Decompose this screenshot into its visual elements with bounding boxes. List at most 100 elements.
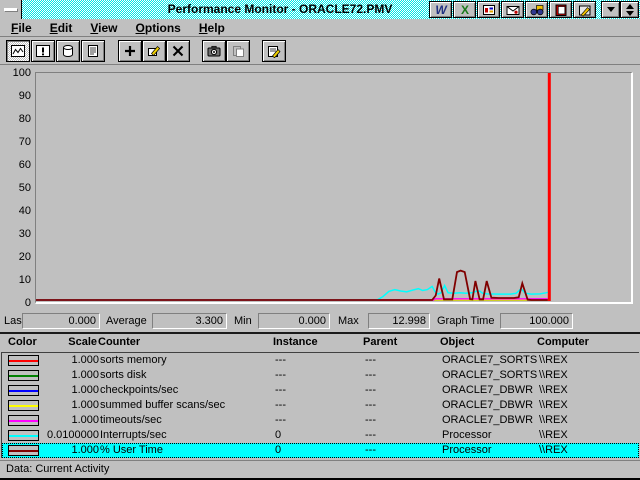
organizer-icon [577, 3, 593, 17]
log-view-button[interactable] [56, 40, 80, 62]
chart-region: 1009080706050403020100 [0, 65, 640, 312]
max-label: Max [338, 315, 359, 327]
legend-row[interactable]: 1.000sorts disk------ORACLE7_SORTS\\REX [2, 368, 639, 383]
update-now-button[interactable] [202, 40, 226, 62]
edit-selection-button[interactable] [142, 40, 166, 62]
y-tick-label: 70 [0, 135, 31, 149]
restore-down-icon [626, 11, 634, 16]
last-value: 0.000 [22, 313, 100, 329]
parent-cell: --- [365, 428, 376, 443]
computer-cell: \\REX [539, 398, 568, 413]
legend-row[interactable]: 1.000sorts memory------ORACLE7_SORTS\\RE… [2, 353, 639, 368]
excel-button[interactable]: X [453, 1, 476, 18]
system-menu-button[interactable] [0, 0, 22, 19]
camera-icon [206, 44, 222, 58]
svg-text:W: W [435, 3, 448, 17]
header-parent: Parent [363, 336, 397, 348]
object-cell: ORACLE7_SORTS [442, 353, 537, 368]
log-view-icon [60, 44, 76, 58]
report-view-icon [85, 44, 101, 58]
add-icon [122, 44, 138, 58]
counter-cell: sorts memory [100, 353, 167, 368]
y-tick-label: 30 [0, 227, 31, 241]
y-tick-label: 100 [0, 66, 31, 80]
status-text: Data: Current Activity [6, 463, 109, 475]
menu-view[interactable]: View [81, 21, 126, 35]
computer-cell: \\REX [539, 428, 568, 443]
toolbar [0, 38, 640, 65]
instance-cell: 0 [275, 443, 281, 458]
legend-row[interactable]: 1.000% User Time0---Processor\\REX [2, 443, 639, 458]
minimize-icon [607, 7, 615, 12]
word-icon: W [433, 3, 449, 17]
mail-button[interactable] [501, 1, 524, 18]
menu-bar: File Edit View Options Help [0, 19, 640, 37]
average-label: Average [106, 315, 147, 327]
menu-edit[interactable]: Edit [41, 21, 82, 35]
word-button[interactable]: W [429, 1, 452, 18]
computer-cell: \\REX [539, 368, 568, 383]
object-cell: ORACLE7_DBWR [442, 398, 533, 413]
options-button[interactable] [262, 40, 286, 62]
computer-cell: \\REX [539, 383, 568, 398]
performance-monitor-window: Performance Monitor - ORACLE72.PMV W X [0, 0, 640, 480]
max-value: 12.998 [368, 313, 430, 329]
header-object: Object [440, 336, 474, 348]
legend-row[interactable]: 1.000checkpoints/sec------ORACLE7_DBWR\\… [2, 383, 639, 398]
parent-cell: --- [365, 368, 376, 383]
y-tick-label: 60 [0, 158, 31, 172]
mail-icon [505, 3, 521, 17]
y-tick-label: 10 [0, 273, 31, 287]
find-file-button[interactable] [525, 1, 548, 18]
legend-row[interactable]: 1.000timeouts/sec------ORACLE7_DBWR\\REX [2, 413, 639, 428]
min-value: 0.000 [258, 313, 330, 329]
series-user-time [36, 271, 548, 300]
scale-cell: 1.000 [32, 383, 99, 398]
scale-cell: 1.000 [32, 353, 99, 368]
menu-options[interactable]: Options [127, 21, 190, 35]
add-counter-button[interactable] [118, 40, 142, 62]
scale-cell: 1.000 [32, 443, 99, 458]
minimize-button[interactable] [601, 1, 620, 18]
legend-row[interactable]: 0.0100000Interrupts/sec0---Processor\\RE… [2, 428, 639, 443]
legend-row[interactable]: 1.000summed buffer scans/sec------ORACLE… [2, 398, 639, 413]
book-button[interactable] [549, 1, 572, 18]
svg-text:X: X [460, 3, 468, 17]
chart-canvas [36, 73, 630, 301]
counter-cell: sorts disk [100, 368, 146, 383]
parent-cell: --- [365, 383, 376, 398]
delete-selection-button[interactable] [166, 40, 190, 62]
organizer-button[interactable] [573, 1, 596, 18]
scale-cell: 0.0100000 [32, 428, 99, 443]
y-tick-label: 50 [0, 181, 31, 195]
y-tick-label: 80 [0, 112, 31, 126]
header-computer: Computer [537, 336, 589, 348]
instance-cell: 0 [275, 428, 281, 443]
powerpoint-icon [481, 3, 497, 17]
alert-view-button[interactable] [31, 40, 55, 62]
parent-cell: --- [365, 353, 376, 368]
menu-file[interactable]: File [2, 21, 41, 35]
instance-cell: --- [275, 383, 286, 398]
object-cell: Processor [442, 428, 492, 443]
scale-cell: 1.000 [32, 398, 99, 413]
object-cell: ORACLE7_SORTS [442, 368, 537, 383]
y-tick-label: 20 [0, 250, 31, 264]
graph-time-label: Graph Time [437, 315, 494, 327]
bookmark-button[interactable] [226, 40, 250, 62]
title-bar: Performance Monitor - ORACLE72.PMV W X [0, 0, 640, 19]
header-scale: Scale [30, 336, 97, 348]
powerpoint-button[interactable] [477, 1, 500, 18]
chart-view-button[interactable] [6, 40, 30, 62]
excel-icon: X [457, 3, 473, 17]
restore-button[interactable] [620, 1, 639, 18]
counter-cell: checkpoints/sec [100, 383, 178, 398]
restore-up-icon [626, 4, 634, 9]
instance-cell: --- [275, 413, 286, 428]
scale-cell: 1.000 [32, 413, 99, 428]
y-tick-label: 90 [0, 89, 31, 103]
instance-cell: --- [275, 353, 286, 368]
menu-help[interactable]: Help [190, 21, 234, 35]
report-view-button[interactable] [81, 40, 105, 62]
y-tick-label: 40 [0, 204, 31, 218]
